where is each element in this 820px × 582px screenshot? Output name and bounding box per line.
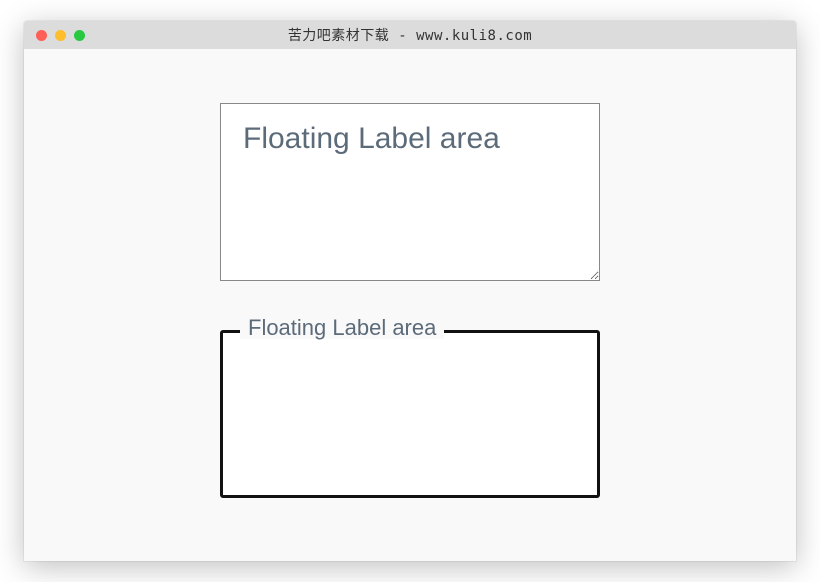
floating-label: Floating Label area	[240, 317, 444, 339]
floating-label-textarea-top[interactable]	[220, 103, 600, 281]
maximize-icon[interactable]	[74, 30, 85, 41]
content-area: Floating Label area	[24, 49, 796, 561]
floating-label-textarea-bottom[interactable]	[220, 330, 600, 498]
window-controls	[36, 30, 85, 41]
browser-window: 苦力吧素材下载 - www.kuli8.com Floating Label a…	[24, 21, 796, 561]
textarea-top-wrap	[220, 103, 600, 286]
textarea-bottom-wrap: Floating Label area	[220, 330, 600, 503]
minimize-icon[interactable]	[55, 30, 66, 41]
titlebar: 苦力吧素材下载 - www.kuli8.com	[24, 21, 796, 49]
close-icon[interactable]	[36, 30, 47, 41]
window-title: 苦力吧素材下载 - www.kuli8.com	[24, 25, 796, 45]
